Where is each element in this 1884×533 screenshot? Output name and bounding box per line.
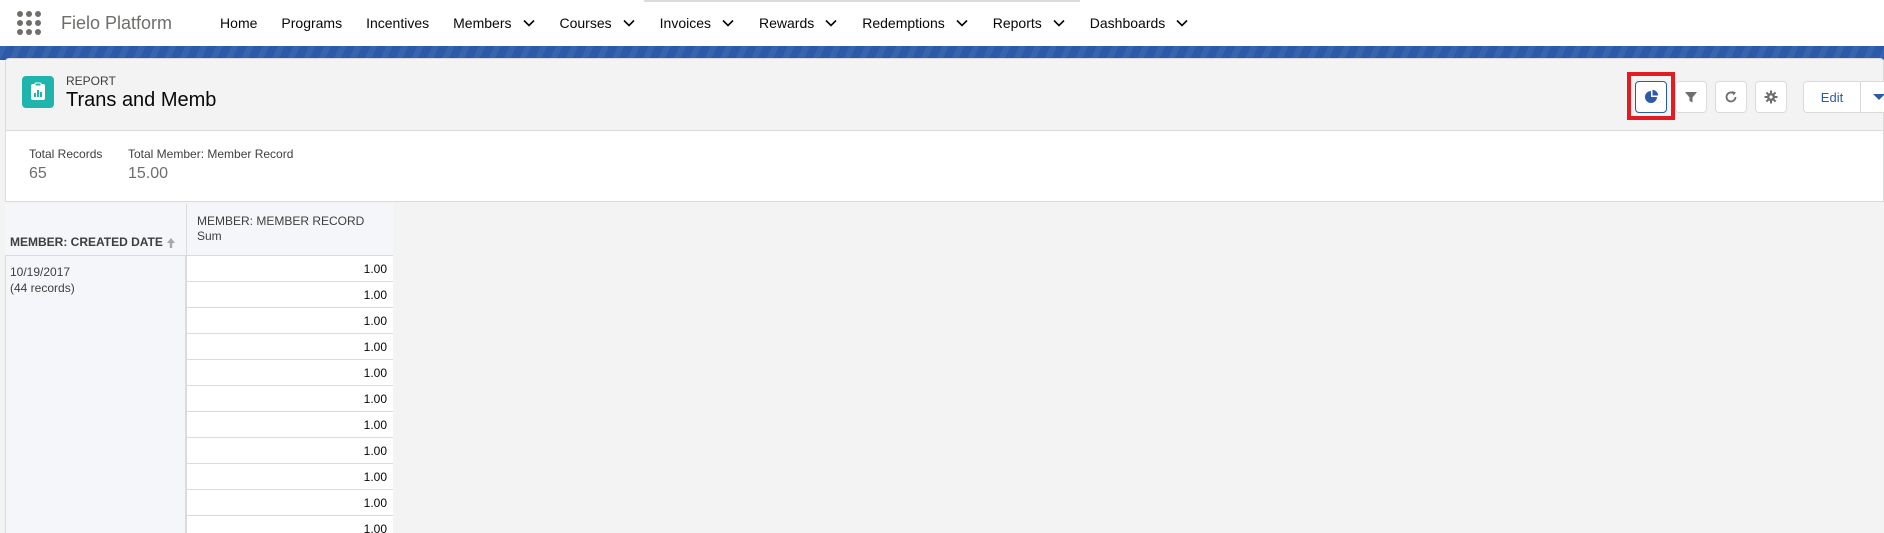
chevron-down-icon[interactable]: [1175, 16, 1189, 30]
total-member-metric: Total Member: Member Record 15.00: [128, 147, 293, 183]
nav-item-reports[interactable]: Reports: [981, 0, 1078, 46]
top-strip: [644, 0, 1080, 2]
settings-button[interactable]: [1755, 81, 1787, 113]
nav-item-courses[interactable]: Courses: [548, 0, 648, 46]
total-records-metric: Total Records 65: [29, 147, 102, 183]
nav-item-incentives[interactable]: Incentives: [354, 0, 441, 46]
total-member-label: Total Member: Member Record: [128, 147, 294, 161]
chart-button[interactable]: [1635, 81, 1667, 113]
edit-button[interactable]: Edit: [1803, 81, 1861, 113]
nav-item-redemptions[interactable]: Redemptions: [850, 0, 981, 46]
report-summary: Total Records 65 Total Member: Member Re…: [5, 130, 1884, 202]
page-header: REPORT Trans and Memb Edit: [5, 58, 1884, 130]
nav-item-label: Incentives: [366, 15, 430, 31]
chevron-down-icon[interactable]: [522, 16, 536, 30]
table-row: 1.00: [186, 438, 393, 464]
table-row: 1.00: [186, 490, 393, 516]
table-row: 1.00: [186, 256, 393, 282]
table-row: 1.00: [186, 282, 393, 308]
report-table: MEMBER: CREATED DATE MEMBER: MEMBER RECO…: [5, 204, 393, 533]
nav-item-label: Programs: [281, 15, 343, 31]
nav-item-label: Redemptions: [862, 15, 945, 31]
chevron-down-icon[interactable]: [721, 16, 735, 30]
nav-item-dashboards[interactable]: Dashboards: [1078, 0, 1202, 46]
nav-item-label: Dashboards: [1089, 15, 1166, 31]
table-row: 1.00: [186, 386, 393, 412]
group-record-count: (44 records): [10, 281, 75, 295]
group-column-header[interactable]: MEMBER: CREATED DATE: [5, 204, 186, 256]
value-header-label: MEMBER: MEMBER RECORD: [197, 214, 365, 228]
nav-item-invoices[interactable]: Invoices: [648, 0, 747, 46]
table-row: 1.00: [186, 360, 393, 386]
app-launcher-icon[interactable]: [17, 11, 41, 35]
app-name: Fielo Platform: [61, 12, 173, 33]
page-eyebrow: REPORT: [66, 74, 116, 88]
group-cell: 10/19/2017 (44 records): [10, 264, 75, 296]
chevron-down-icon[interactable]: [622, 16, 636, 30]
global-nav: Fielo Platform Home Programs Incentives Mem…: [0, 0, 1884, 46]
header-toolbar: Edit: [1623, 72, 1884, 120]
total-records-value: 65: [29, 165, 47, 182]
nav-item-label: Courses: [559, 15, 612, 31]
nav-item-members[interactable]: Members: [441, 0, 547, 46]
nav-items: Home Programs Incentives Members Courses Invo…: [208, 0, 1201, 46]
total-member-value: 15.00: [128, 165, 169, 182]
chevron-down-icon[interactable]: [955, 16, 969, 30]
chart-icon: [1645, 89, 1659, 103]
nav-item-home[interactable]: Home: [208, 0, 269, 46]
filter-icon: [1685, 92, 1697, 103]
nav-item-label: Home: [220, 15, 258, 31]
table-row: 1.00: [186, 308, 393, 334]
table-row: 1.00: [186, 516, 393, 533]
chevron-down-icon[interactable]: [824, 16, 838, 30]
chevron-down-icon[interactable]: [1052, 16, 1066, 30]
filter-button[interactable]: [1675, 81, 1707, 113]
refresh-icon: [1725, 91, 1737, 103]
refresh-button[interactable]: [1715, 81, 1747, 113]
value-column-header[interactable]: MEMBER: MEMBER RECORD Sum: [186, 204, 393, 256]
sort-ascending-icon[interactable]: [165, 237, 177, 249]
gear-icon: [1764, 90, 1778, 104]
nav-item-label: Members: [453, 15, 512, 31]
table-row: 1.00: [186, 334, 393, 360]
value-rows: 1.00 1.00 1.00 1.00 1.00 1.00 1.00 1.00 1.00 1.00…: [186, 256, 393, 533]
nav-item-rewards[interactable]: Rewards: [747, 0, 850, 46]
edit-menu-button[interactable]: [1861, 81, 1884, 113]
report-icon: [22, 76, 54, 108]
group-date: 10/19/2017: [10, 265, 71, 279]
nav-item-programs[interactable]: Programs: [269, 0, 354, 46]
nav-item-label: Invoices: [659, 15, 711, 31]
nav-item-label: Reports: [992, 15, 1042, 31]
group-header-label: MEMBER: CREATED DATE: [10, 235, 163, 249]
nav-item-label: Rewards: [759, 15, 815, 31]
chevron-down-icon: [1872, 94, 1884, 100]
total-records-label: Total Records: [29, 147, 103, 161]
value-header-sublabel: Sum: [197, 229, 222, 243]
table-row: 1.00: [186, 464, 393, 490]
table-row: 1.00: [186, 412, 393, 438]
page-title: Trans and Memb: [66, 89, 217, 111]
